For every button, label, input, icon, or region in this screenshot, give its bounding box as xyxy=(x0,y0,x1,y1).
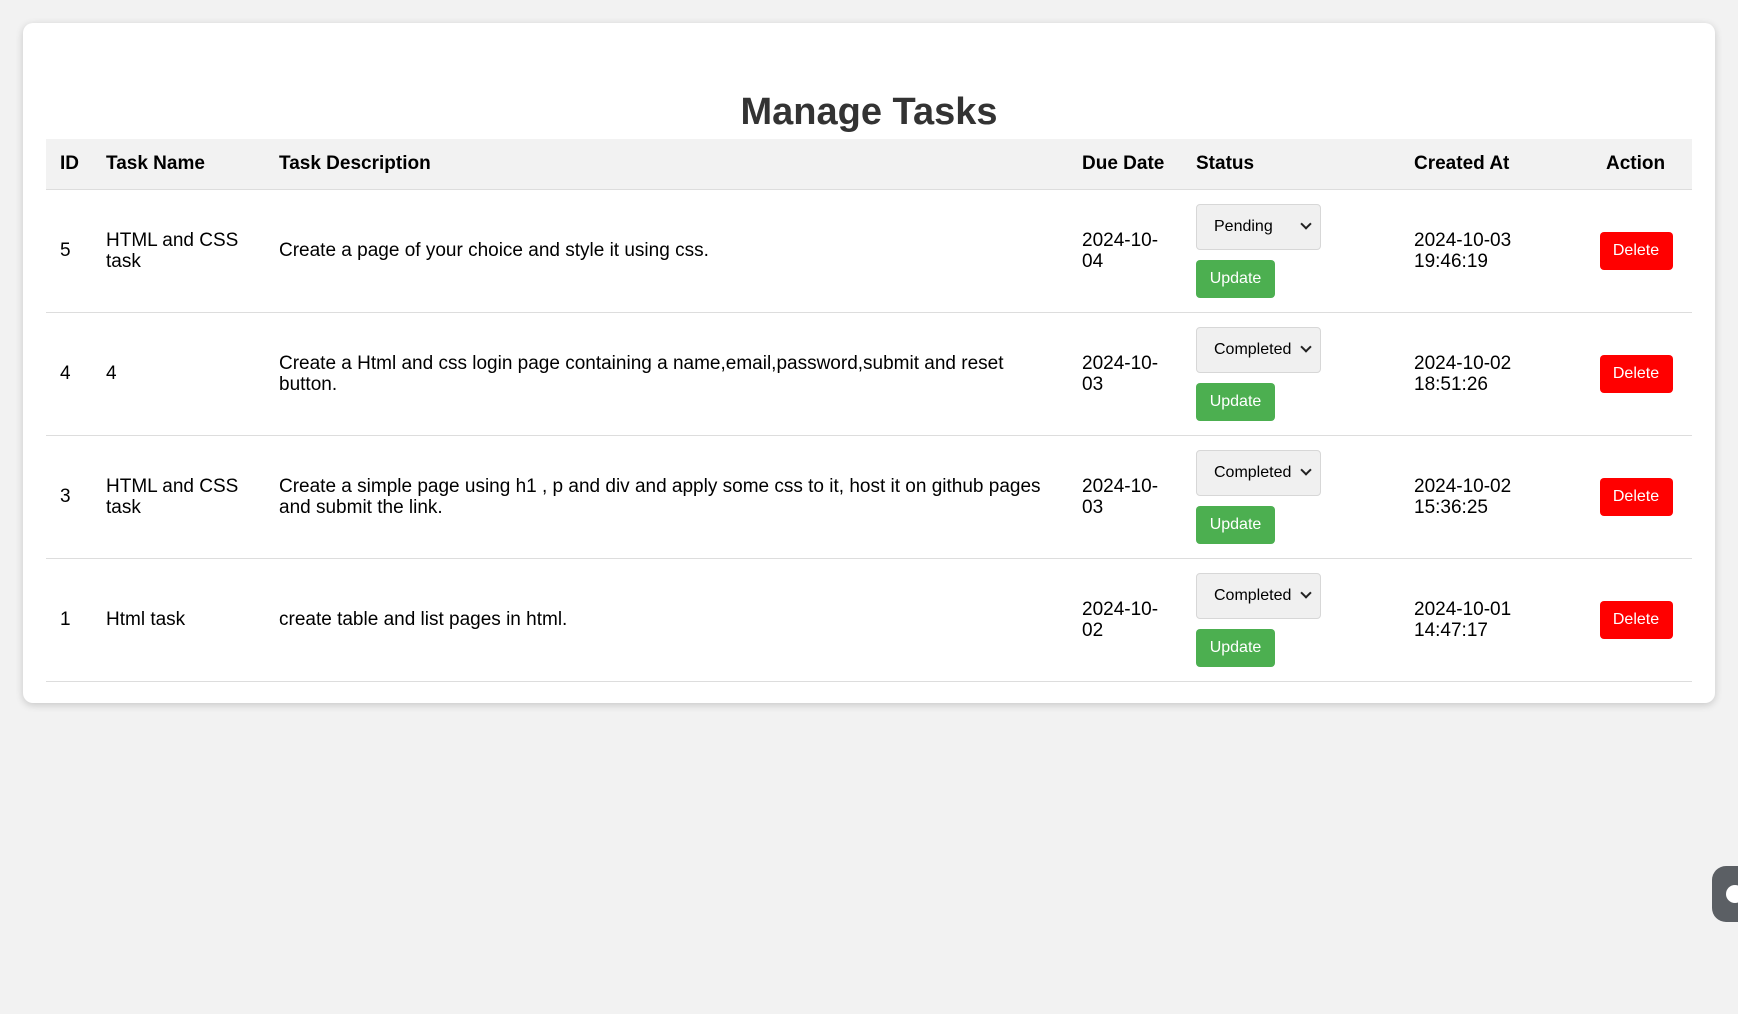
status-cell: Completed Update xyxy=(1182,312,1400,436)
status-select[interactable]: Pending xyxy=(1196,203,1321,250)
task-due-date: 2024-10-03 xyxy=(1068,435,1182,559)
table-row: 4 4 Create a Html and css login page con… xyxy=(46,312,1692,436)
table-header-row: ID Task Name Task Description Due Date S… xyxy=(46,139,1692,190)
task-id: 4 xyxy=(46,312,92,436)
action-cell: Delete xyxy=(1580,312,1692,436)
status-select-value: Pending xyxy=(1214,218,1273,235)
task-description: Create a simple page using h1 , p and di… xyxy=(265,435,1068,559)
header-id: ID xyxy=(46,139,92,190)
update-button[interactable]: Update xyxy=(1196,382,1275,421)
status-cell: Completed Update xyxy=(1182,558,1400,682)
tasks-card: Manage Tasks ID Task Name Task Descripti… xyxy=(23,23,1715,703)
table-body: 5 HTML and CSS task Create a page of you… xyxy=(46,189,1692,682)
header-due-date: Due Date xyxy=(1068,139,1182,190)
chevron-down-icon xyxy=(1300,587,1312,599)
task-name: Html task xyxy=(92,558,265,682)
task-name: 4 xyxy=(92,312,265,436)
status-select[interactable]: Completed xyxy=(1196,449,1321,496)
status-select-value: Completed xyxy=(1214,341,1292,358)
task-created-at: 2024-10-02 18:51:26 xyxy=(1400,312,1580,436)
status-select[interactable]: Completed xyxy=(1196,326,1321,373)
delete-button[interactable]: Delete xyxy=(1599,354,1673,393)
header-task-description: Task Description xyxy=(265,139,1068,190)
delete-button[interactable]: Delete xyxy=(1599,231,1673,270)
action-cell: Delete xyxy=(1580,435,1692,559)
chat-widget-button[interactable] xyxy=(1712,866,1738,922)
task-id: 1 xyxy=(46,558,92,682)
header-action: Action xyxy=(1580,139,1692,190)
chevron-down-icon xyxy=(1300,341,1312,353)
task-created-at: 2024-10-01 14:47:17 xyxy=(1400,558,1580,682)
chevron-down-icon xyxy=(1300,218,1312,230)
status-cell: Pending Update xyxy=(1182,189,1400,313)
task-due-date: 2024-10-03 xyxy=(1068,312,1182,436)
update-button[interactable]: Update xyxy=(1196,628,1275,667)
task-due-date: 2024-10-02 xyxy=(1068,558,1182,682)
task-description: Create a page of your choice and style i… xyxy=(265,189,1068,313)
task-created-at: 2024-10-03 19:46:19 xyxy=(1400,189,1580,313)
page-title: Manage Tasks xyxy=(740,91,998,133)
table-row: 3 HTML and CSS task Create a simple page… xyxy=(46,435,1692,559)
table-row: 5 HTML and CSS task Create a page of you… xyxy=(46,189,1692,313)
delete-button[interactable]: Delete xyxy=(1599,600,1673,639)
task-description: create table and list pages in html. xyxy=(265,558,1068,682)
header-task-name: Task Name xyxy=(92,139,265,190)
task-id: 3 xyxy=(46,435,92,559)
task-name: HTML and CSS task xyxy=(92,189,265,313)
task-description: Create a Html and css login page contain… xyxy=(265,312,1068,436)
task-id: 5 xyxy=(46,189,92,313)
action-cell: Delete xyxy=(1580,189,1692,313)
tasks-table: ID Task Name Task Description Due Date S… xyxy=(46,139,1692,682)
header-created-at: Created At xyxy=(1400,139,1580,190)
table-row: 1 Html task create table and list pages … xyxy=(46,558,1692,682)
status-cell: Completed Update xyxy=(1182,435,1400,559)
action-cell: Delete xyxy=(1580,558,1692,682)
table-header: ID Task Name Task Description Due Date S… xyxy=(46,139,1692,190)
status-select[interactable]: Completed xyxy=(1196,572,1321,619)
header-status: Status xyxy=(1182,139,1400,190)
task-created-at: 2024-10-02 15:36:25 xyxy=(1400,435,1580,559)
delete-button[interactable]: Delete xyxy=(1599,477,1673,516)
chat-widget-icon xyxy=(1726,885,1738,903)
task-due-date: 2024-10-04 xyxy=(1068,189,1182,313)
status-select-value: Completed xyxy=(1214,587,1292,604)
status-select-value: Completed xyxy=(1214,464,1292,481)
chevron-down-icon xyxy=(1300,464,1312,476)
update-button[interactable]: Update xyxy=(1196,505,1275,544)
task-name: HTML and CSS task xyxy=(92,435,265,559)
update-button[interactable]: Update xyxy=(1196,259,1275,298)
